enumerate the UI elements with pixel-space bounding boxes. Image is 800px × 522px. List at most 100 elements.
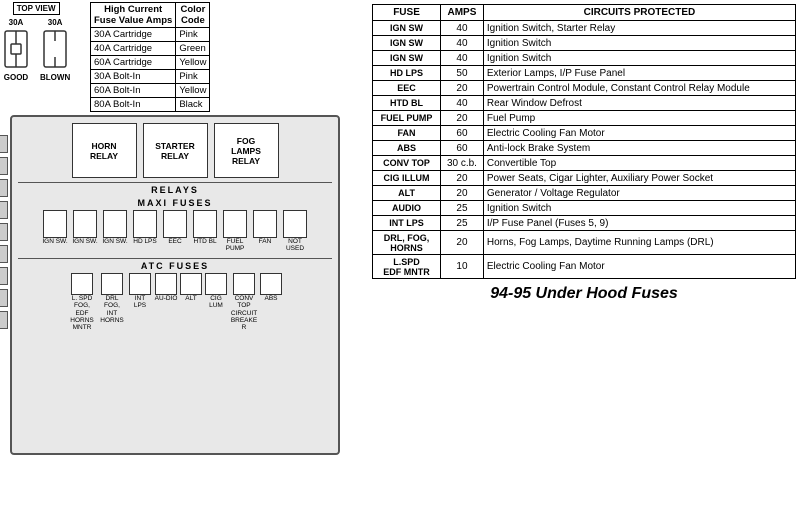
legend-row-2-color: Green bbox=[176, 42, 210, 56]
header-amps: AMPS bbox=[441, 5, 484, 21]
table-row: CIG ILLUM 20 Power Seats, Cigar Lighter,… bbox=[373, 171, 796, 186]
atc-fuse-4: AU-DIO bbox=[154, 273, 178, 331]
header-fuse: FUSE bbox=[373, 5, 441, 21]
fuse-box-container: HORNRELAY STARTERRELAY FOGLAMPSRELAY REL… bbox=[10, 115, 355, 495]
circuits-cell: Generator / Voltage Regulator bbox=[483, 186, 795, 201]
circuits-cell: Electric Cooling Fan Motor bbox=[483, 126, 795, 141]
circuits-cell: Ignition Switch bbox=[483, 51, 795, 66]
fuse-cell: AUDIO bbox=[373, 201, 441, 216]
table-row: INT LPS 25 I/P Fuse Panel (Fuses 5, 9) bbox=[373, 216, 796, 231]
amps-cell: 20 bbox=[441, 231, 484, 255]
fuse-table: FUSE AMPS CIRCUITS PROTECTED IGN SW 40 I… bbox=[372, 4, 796, 279]
fuse-hd-lps: HD LPS bbox=[132, 210, 159, 252]
table-row: IGN SW 40 Ignition Switch, Starter Relay bbox=[373, 21, 796, 36]
circuits-cell: Powertrain Control Module, Constant Cont… bbox=[483, 81, 795, 96]
circuits-cell: Ignition Switch bbox=[483, 201, 795, 216]
right-panel: FUSE AMPS CIRCUITS PROTECTED IGN SW 40 I… bbox=[370, 0, 800, 522]
legend-header2: ColorCode bbox=[176, 3, 210, 28]
circuits-cell: Anti-lock Brake System bbox=[483, 141, 795, 156]
amps-cell: 20 bbox=[441, 171, 484, 186]
fuse-cell: HTD BL bbox=[373, 96, 441, 111]
blown-fuse-svg bbox=[41, 27, 69, 71]
circuits-cell: Convertible Top bbox=[483, 156, 795, 171]
good-fuse: 30A GOOD bbox=[2, 18, 30, 82]
fuse-ign-sw-3: IGN SW. bbox=[102, 210, 129, 252]
fuse-fan: FAN bbox=[252, 210, 279, 252]
legend-row-6-fuse: 80A Bolt-In bbox=[91, 98, 176, 112]
horn-relay: HORNRELAY bbox=[72, 123, 137, 178]
atc-fuses-row: L. SPD FOG, EDF HORNS MNTR DRL FOG, INT … bbox=[18, 273, 332, 331]
table-row: HD LPS 50 Exterior Lamps, I/P Fuse Panel bbox=[373, 66, 796, 81]
amps-cell: 20 bbox=[441, 81, 484, 96]
connector-9 bbox=[0, 311, 8, 329]
fuse-cell: INT LPS bbox=[373, 216, 441, 231]
main-container: TOP VIEW 30A GOOD 30A bbox=[0, 0, 800, 522]
fuse-htd-bl: HTD BL bbox=[192, 210, 219, 252]
atc-label: ATC FUSES bbox=[18, 258, 332, 271]
good-amp-label: 30A bbox=[9, 18, 24, 27]
circuits-cell: I/P Fuse Panel (Fuses 5, 9) bbox=[483, 216, 795, 231]
fog-lamps-relay: FOGLAMPSRELAY bbox=[214, 123, 279, 178]
legend-row-1-color: Pink bbox=[176, 28, 210, 42]
atc-fuse-box-1 bbox=[71, 273, 93, 295]
starter-relay: STARTERRELAY bbox=[143, 123, 208, 178]
amps-cell: 20 bbox=[441, 111, 484, 126]
fuse-box: HORNRELAY STARTERRELAY FOGLAMPSRELAY REL… bbox=[10, 115, 340, 455]
fuse-eec: EEC bbox=[162, 210, 189, 252]
legend-row-4-color: Pink bbox=[176, 70, 210, 84]
legend-table: High CurrentFuse Value Amps ColorCode 30… bbox=[90, 2, 210, 112]
good-label: GOOD bbox=[4, 73, 28, 82]
circuits-cell: Power Seats, Cigar Lighter, Auxiliary Po… bbox=[483, 171, 795, 186]
circuits-cell: Ignition Switch, Starter Relay bbox=[483, 21, 795, 36]
connector-4 bbox=[0, 201, 8, 219]
maxi-fuse-2 bbox=[73, 210, 97, 238]
circuits-cell: Fuel Pump bbox=[483, 111, 795, 126]
fuse-cell: IGN SW bbox=[373, 36, 441, 51]
maxi-fuse-4 bbox=[133, 210, 157, 238]
amps-cell: 60 bbox=[441, 141, 484, 156]
amps-cell: 10 bbox=[441, 255, 484, 279]
blown-fuse: 30A BLOWN bbox=[40, 18, 70, 82]
fuse-cell: HD LPS bbox=[373, 66, 441, 81]
atc-fuse-3: INT LPS bbox=[128, 273, 152, 331]
connector-3 bbox=[0, 179, 8, 197]
fuse-ign-sw-2: IGN SW. bbox=[72, 210, 99, 252]
legend-row-4-fuse: 30A Bolt-In bbox=[91, 70, 176, 84]
fuse-cell: IGN SW bbox=[373, 51, 441, 66]
maxi-fuses-row: IGN SW. IGN SW. IGN SW. HD LPS bbox=[18, 210, 332, 252]
table-row: HTD BL 40 Rear Window Defrost bbox=[373, 96, 796, 111]
atc-fuse-5: ALT bbox=[180, 273, 202, 331]
blown-label: BLOWN bbox=[40, 73, 70, 82]
legend-row-5-color: Yellow bbox=[176, 84, 210, 98]
amps-cell: 20 bbox=[441, 186, 484, 201]
maxi-fuse-9 bbox=[283, 210, 307, 238]
fuse-cell: FAN bbox=[373, 126, 441, 141]
maxi-fuse-6 bbox=[193, 210, 217, 238]
legend-row-3-color: Yellow bbox=[176, 56, 210, 70]
amps-cell: 30 c.b. bbox=[441, 156, 484, 171]
amps-cell: 40 bbox=[441, 36, 484, 51]
relays-section: HORNRELAY STARTERRELAY FOGLAMPSRELAY bbox=[18, 123, 332, 178]
atc-fuse-6: CIG LUM bbox=[204, 273, 228, 331]
top-view-section: TOP VIEW 30A GOOD 30A bbox=[2, 2, 70, 82]
connector-8 bbox=[0, 289, 8, 307]
amps-cell: 60 bbox=[441, 126, 484, 141]
legend-header1: High CurrentFuse Value Amps bbox=[91, 3, 176, 28]
amps-cell: 25 bbox=[441, 201, 484, 216]
legend-row-3-fuse: 60A Cartridge bbox=[91, 56, 176, 70]
table-row: DRL, FOG, HORNS 20 Horns, Fog Lamps, Day… bbox=[373, 231, 796, 255]
table-row: IGN SW 40 Ignition Switch bbox=[373, 51, 796, 66]
atc-fuse-8: ABS bbox=[260, 273, 282, 331]
fuse-cell: FUEL PUMP bbox=[373, 111, 441, 126]
atc-fuse-box-2 bbox=[101, 273, 123, 295]
amps-cell: 40 bbox=[441, 96, 484, 111]
circuits-cell: Rear Window Defrost bbox=[483, 96, 795, 111]
legend-row-2-fuse: 40A Cartridge bbox=[91, 42, 176, 56]
fuse-cell: L.SPD EDF MNTR bbox=[373, 255, 441, 279]
maxi-fuses-label: MAXI FUSES bbox=[18, 198, 332, 208]
top-view-label: TOP VIEW bbox=[13, 2, 60, 15]
atc-fuse-1: L. SPD FOG, EDF HORNS MNTR bbox=[68, 273, 96, 331]
legend-row-5-fuse: 60A Bolt-In bbox=[91, 84, 176, 98]
table-row: ABS 60 Anti-lock Brake System bbox=[373, 141, 796, 156]
circuits-cell: Ignition Switch bbox=[483, 36, 795, 51]
